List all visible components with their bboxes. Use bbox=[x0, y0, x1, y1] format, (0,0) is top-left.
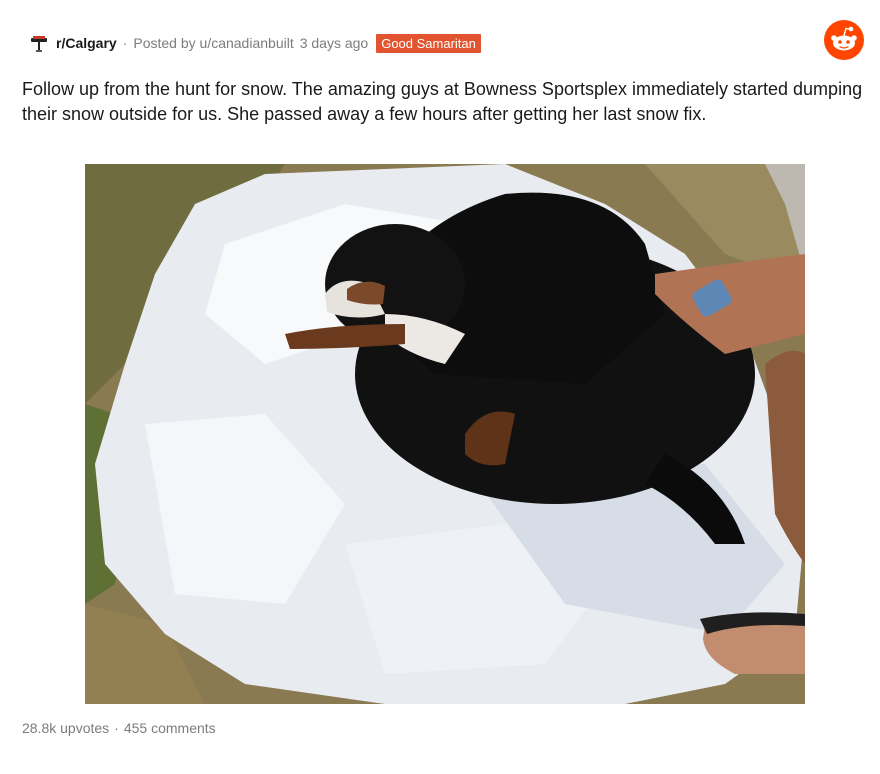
award-badge[interactable]: Good Samaritan bbox=[376, 33, 481, 53]
comments-link[interactable]: 455 comments bbox=[124, 720, 216, 736]
posted-by-link[interactable]: Posted by u/canadianbuilt bbox=[133, 35, 293, 51]
post-age: 3 days ago bbox=[299, 35, 369, 51]
subreddit-link[interactable]: r/Calgary bbox=[56, 35, 117, 51]
post-footer: 28.8k upvotes · 455 comments bbox=[22, 720, 216, 736]
dog-on-snow-photo[interactable] bbox=[85, 164, 805, 704]
footer-separator: · bbox=[114, 720, 119, 736]
post-header: r/Calgary · Posted by u/canadianbuilt 3 … bbox=[28, 30, 860, 56]
post-title[interactable]: Follow up from the hunt for snow. The am… bbox=[22, 77, 867, 127]
calgary-tower-icon[interactable] bbox=[28, 32, 50, 54]
meta-separator: · bbox=[122, 35, 128, 51]
reddit-alien-icon[interactable] bbox=[824, 20, 864, 60]
upvote-count[interactable]: 28.8k upvotes bbox=[22, 720, 109, 736]
